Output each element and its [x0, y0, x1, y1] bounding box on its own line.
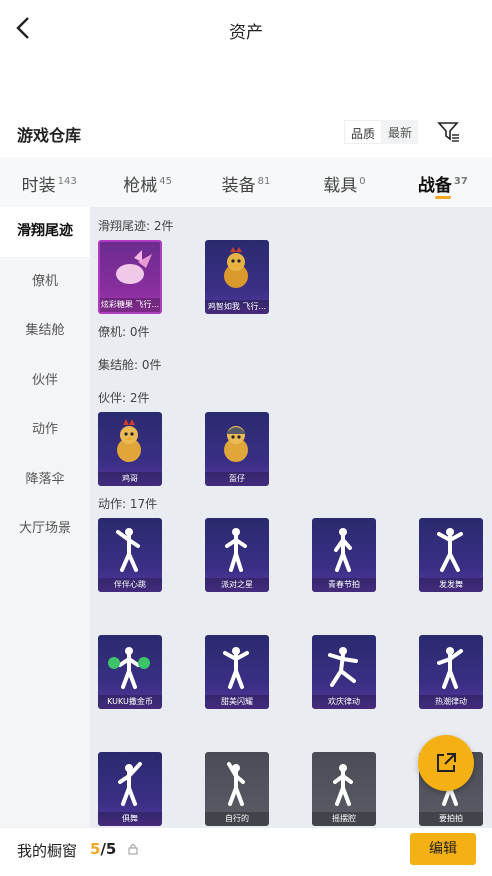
sort-quality-button[interactable]: 品质: [344, 120, 383, 144]
chicken-partner-icon: [117, 419, 141, 462]
sidebar-item-wingman[interactable]: 僚机: [0, 257, 90, 307]
item-card[interactable]: 派对之星: [205, 518, 269, 592]
category-label-pod: 集结舱: 0件: [98, 358, 162, 372]
external-link-icon: [437, 753, 456, 772]
item-card[interactable]: 自行的: [205, 752, 269, 826]
sidebar-item-pod[interactable]: 集结舱: [0, 306, 90, 356]
tab-fashion[interactable]: 时装 143: [0, 157, 98, 207]
dancer-icon: [116, 528, 140, 572]
dancer-icon: [223, 647, 249, 689]
dancer-icon: [227, 762, 245, 806]
item-card[interactable]: 欢庆律动: [312, 635, 376, 709]
item-card[interactable]: 青春节拍: [312, 518, 376, 592]
candy-trail-icon: [116, 250, 152, 284]
category-label-trail: 滑翔尾迹: 2件: [98, 219, 174, 233]
tab-equipment[interactable]: 装备 81: [197, 157, 295, 207]
chicken-trail-icon: [224, 247, 248, 288]
showcase-count: 5/5: [90, 840, 117, 858]
category-label-wingman: 僚机: 0件: [98, 325, 150, 339]
item-card[interactable]: 热潮律动: [419, 635, 483, 709]
sidebar-item-lobby-scene[interactable]: 大厅场景: [0, 504, 90, 554]
item-list: 滑翔尾迹: 2件 炫彩糖果 飞行... 鸡智如我 飞行... 僚机: 0件 集结…: [90, 207, 492, 827]
dancer-icon: [334, 528, 352, 572]
item-card[interactable]: 发发舞: [419, 518, 483, 592]
share-fab-button[interactable]: [418, 735, 474, 791]
category-label-partner: 伙伴: 2件: [98, 391, 150, 405]
item-card[interactable]: 炫彩糖果 飞行...: [98, 240, 162, 314]
dancer-icon: [333, 764, 353, 806]
item-card[interactable]: 伴伴心跳: [98, 518, 162, 592]
item-card[interactable]: 盔仔: [205, 412, 269, 486]
category-tabs: 时装 143 枪械 45 装备 81 载具 0 战备 37: [0, 157, 492, 207]
dancer-icon: [225, 528, 247, 572]
sidebar-item-emote[interactable]: 动作: [0, 405, 90, 455]
helmet-chicken-icon: [224, 426, 248, 462]
tab-weapons[interactable]: 枪械 45: [98, 157, 196, 207]
sidebar-item-trail[interactable]: 滑翔尾迹: [0, 207, 90, 257]
page-title: 资产: [229, 23, 263, 43]
sidebar-item-partner[interactable]: 伙伴: [0, 356, 90, 406]
showcase-label: 我的橱窗: [17, 842, 78, 860]
money-dancer-icon: [108, 647, 150, 689]
sort-newest-button[interactable]: 最新: [382, 120, 418, 144]
item-card[interactable]: 鸡哥: [98, 412, 162, 486]
section-title: 游戏仓库: [17, 126, 82, 145]
sidebar: 滑翔尾迹 僚机 集结舱 伙伴 动作 降落伞 大厅场景: [0, 207, 90, 827]
filter-icon[interactable]: [436, 118, 462, 144]
dancer-icon: [437, 647, 463, 689]
sort-toggle: 品质 最新: [344, 120, 419, 144]
lock-icon: [128, 844, 138, 855]
dancer-icon: [437, 528, 463, 572]
item-card[interactable]: 摇摆腔: [312, 752, 376, 826]
category-label-emote: 动作: 17件: [98, 497, 158, 511]
tab-vehicles[interactable]: 载具 0: [295, 157, 393, 207]
item-card[interactable]: KUKU撒金币: [98, 635, 162, 709]
dancer-icon: [118, 762, 142, 806]
section-header: 游戏仓库 品质 最新: [0, 112, 492, 154]
edit-button[interactable]: 编辑: [410, 833, 476, 865]
tab-combat-gear[interactable]: 战备 37: [394, 157, 492, 207]
item-card[interactable]: 俱舞: [98, 752, 162, 826]
sidebar-item-parachute[interactable]: 降落伞: [0, 455, 90, 505]
item-card[interactable]: 甜美闪耀: [205, 635, 269, 709]
top-bar: 资产: [0, 0, 492, 58]
item-card[interactable]: 鸡智如我 飞行...: [205, 240, 269, 314]
bottom-bar: 我的橱窗 5/5 编辑: [0, 827, 492, 876]
dancer-icon: [328, 647, 358, 687]
